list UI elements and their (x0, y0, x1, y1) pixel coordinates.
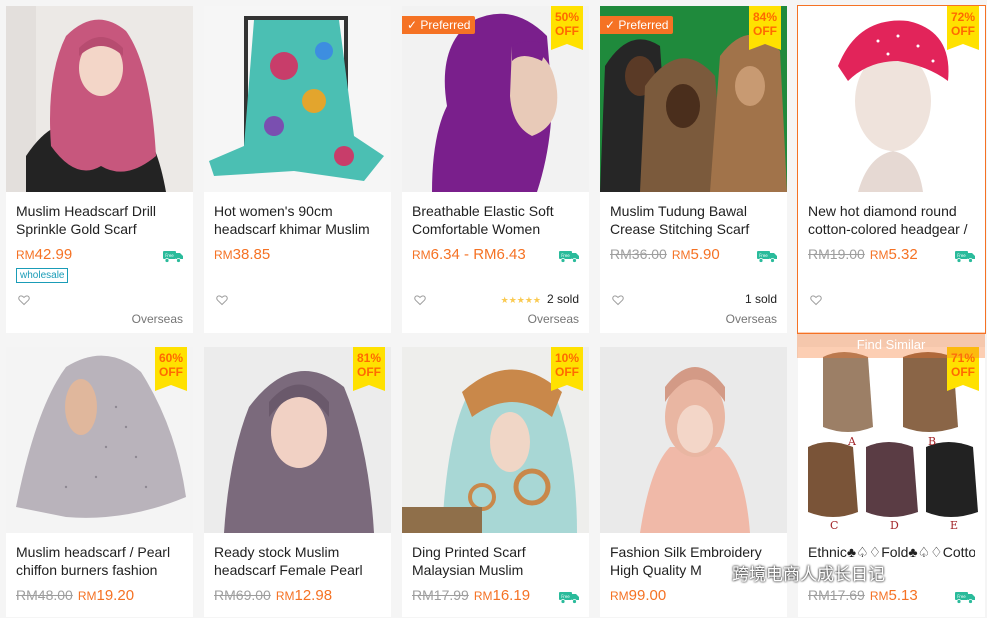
location: Overseas (131, 312, 183, 326)
price: RM17.69 RM5.13 (808, 587, 918, 604)
rating-stars-icon: ★★★★★ (500, 295, 541, 305)
sale-price: RM99.00 (610, 587, 667, 604)
free-shipping-icon: Free (955, 250, 975, 263)
product-card[interactable]: ✓ Preferred 50% OFF Breathable Elastic Soft… (402, 6, 589, 333)
product-image[interactable] (204, 6, 391, 192)
scarf-variant-label: C (830, 519, 839, 532)
price: RM99.00 (610, 587, 666, 604)
product-title[interactable]: Muslim Headscarf Drill Sprinkle Gold Sca… (16, 202, 183, 238)
discount-badge: 10% OFF (551, 347, 583, 391)
product-title[interactable]: Muslim headscarf / Pearl chiffon burners… (16, 543, 183, 579)
price: RM19.00 RM5.32 (808, 246, 918, 263)
price: RM42.99 (16, 246, 72, 263)
svg-text:Free: Free (165, 253, 174, 258)
free-shipping-icon: Free (559, 591, 579, 604)
price: RM48.00 RM19.20 (16, 587, 134, 604)
original-price: RM69.00 (214, 587, 271, 603)
sold-count: 2 sold (546, 292, 579, 306)
free-shipping-icon: Free (955, 591, 975, 604)
product-card[interactable]: 72% OFF New hot diamond round cotton-color… (797, 5, 986, 334)
discount-badge: 50% OFF (551, 6, 583, 50)
original-price: RM17.69 (808, 587, 865, 603)
sale-price: RM42.99 (16, 246, 73, 263)
wishlist-heart-icon[interactable] (612, 293, 624, 306)
svg-text:Free: Free (759, 253, 768, 258)
location: Overseas (725, 312, 777, 326)
svg-text:Free: Free (957, 253, 966, 258)
product-title[interactable]: Breathable Elastic Soft Comfortable Wome… (412, 202, 579, 238)
watermark-text: 跨境电商人成长日记 (732, 565, 885, 584)
original-price: RM17.99 (412, 587, 469, 603)
rating-sold: ★★★★★ 2 sold (501, 292, 579, 306)
discount-badge: 72% OFF (947, 6, 979, 50)
original-price: RM36.00 (610, 246, 667, 262)
product-title[interactable]: Ding Printed Scarf Malaysian Muslim (412, 543, 579, 579)
product-card[interactable]: Muslim Headscarf Drill Sprinkle Gold Sca… (6, 6, 193, 333)
discount-badge: 60% OFF (155, 347, 187, 391)
scarf-variant-label: B (928, 435, 937, 448)
price: RM17.99 RM16.19 (412, 587, 530, 604)
svg-text:Free: Free (957, 594, 966, 599)
price: RM38.85 (214, 246, 270, 263)
wishlist-heart-icon[interactable] (810, 293, 822, 306)
sale-price: RM38.85 (214, 246, 271, 263)
scarf-variant-label: A (848, 435, 856, 448)
find-similar-button[interactable]: Find Similar (797, 332, 985, 358)
watermark: 跨境电商人成长日记 (702, 560, 885, 588)
sale-price: RM16.19 (473, 587, 531, 604)
product-card[interactable]: 10% OFF Ding Printed Scarf Malaysian Musli… (402, 347, 589, 617)
wholesale-tag: wholesale (16, 268, 69, 283)
wishlist-heart-icon[interactable] (18, 293, 30, 306)
discount-badge: 84% OFF (749, 6, 781, 50)
free-shipping-icon: Free (757, 250, 777, 263)
product-card[interactable]: 81% OFF Ready stock Muslim headscarf Femal… (204, 347, 391, 617)
sale-price: RM12.98 (275, 587, 333, 604)
free-shipping-icon: Free (163, 250, 183, 263)
product-image[interactable] (6, 6, 193, 192)
scarf-variant-label: E (950, 519, 959, 532)
wishlist-heart-icon[interactable] (414, 293, 426, 306)
preferred-badge: ✓ Preferred (402, 16, 476, 34)
product-card[interactable]: Hot women's 90cm headscarf khimar Muslim… (204, 6, 391, 333)
sold-count: 1 sold (744, 292, 777, 306)
free-shipping-icon: Free (559, 250, 579, 263)
sale-price: RM5.13 (869, 587, 918, 604)
price: RM36.00 RM5.90 (610, 246, 720, 263)
product-title[interactable]: New hot diamond round cotton-colored hea… (808, 202, 975, 238)
original-price: RM19.00 (808, 246, 865, 262)
sale-price: RM5.90 (671, 246, 720, 263)
product-title[interactable]: Muslim Tudung Bawal Crease Stitching Sca… (610, 202, 777, 238)
svg-text:Free: Free (561, 253, 570, 258)
svg-text:Free: Free (561, 594, 570, 599)
sale-price: RM5.32 (869, 246, 918, 263)
product-title[interactable]: Ready stock Muslim headscarf Female Pear… (214, 543, 381, 579)
wishlist-heart-icon[interactable] (216, 293, 228, 306)
location: Overseas (527, 312, 579, 326)
product-grid: Muslim Headscarf Drill Sprinkle Gold Sca… (0, 0, 987, 618)
preferred-badge: ✓ Preferred (600, 16, 674, 34)
wechat-icon (702, 563, 728, 588)
price: RM69.00 RM12.98 (214, 587, 332, 604)
product-card[interactable]: 60% OFF Muslim headscarf / Pearl chiffon b… (6, 347, 193, 617)
sale-price: RM19.20 (77, 587, 135, 604)
scarf-variant-label: D (890, 519, 899, 532)
original-price: RM48.00 (16, 587, 73, 603)
product-image[interactable] (600, 347, 787, 533)
product-card[interactable]: ✓ Preferred 84% OFF Muslim Tudung Bawal Cre… (600, 6, 787, 333)
discount-badge: 81% OFF (353, 347, 385, 391)
price: RM6.34 - RM6.43 (412, 246, 526, 263)
sale-price: RM6.34 - RM6.43 (412, 246, 526, 263)
rating-sold: 1 sold (745, 292, 777, 306)
product-title[interactable]: Hot women's 90cm headscarf khimar Muslim (214, 202, 381, 238)
